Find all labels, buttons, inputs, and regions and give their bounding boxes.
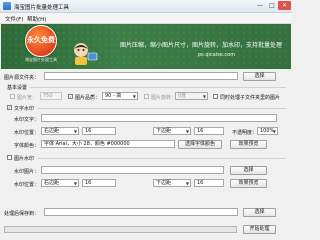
text-wm-vval-input[interactable]: 16 [194,127,224,135]
rotate-select[interactable]: 0度 ▼ [175,92,208,100]
choose-font-button[interactable]: 选择字体颜色 [178,140,222,149]
start-button[interactable]: 开始处理 [243,225,276,234]
chevron-down-icon: ▼ [272,129,276,134]
image-wm-vpos-select[interactable]: 下边距 ▼ [153,179,191,187]
menu-file[interactable]: 文件(F) [5,15,23,23]
chevron-down-icon: ▼ [185,181,189,186]
maximize-button[interactable]: □ [266,1,278,10]
image-watermark-checkbox[interactable] [7,155,12,160]
badge-subtitle: 海宝图片处理工具 [25,57,57,62]
quality-label: 图片品质： [75,95,101,101]
rotate-label: 图片旋转： [151,95,177,101]
chevron-down-icon: ▼ [202,94,206,99]
image-wm-hpos-value: 右边距 [44,180,60,186]
quality-checkbox[interactable]: ✓ [68,94,73,99]
image-wm-vpos-value: 下边距 [156,180,172,186]
image-wm-divider [38,158,286,159]
menu-bar: 文件(F) 帮助(H) [0,13,292,24]
window-title: 海宝图片批量处理工具 [14,5,70,11]
output-folder-input[interactable] [44,208,238,216]
image-wm-hpos-select[interactable]: 右边距 ▼ [41,179,79,187]
chevron-down-icon: ▼ [185,129,189,134]
image-wm-vval-input[interactable]: 16 [194,179,224,187]
output-browse-button[interactable]: 选择 [243,208,276,217]
font-color-display: 字体 Arial，大小 28，颜色 #000000 [41,140,175,148]
text-wm-hval-input[interactable]: 16 [82,127,116,135]
minimize-button[interactable]: — [254,1,266,10]
basic-settings-title: 基本设置 [7,85,28,91]
width-checkbox[interactable] [10,94,15,99]
chevron-down-icon: ▼ [73,181,77,186]
output-folder-label: 处理后保存到： [4,211,40,217]
font-color-label: 字体颜色： [14,143,40,149]
text-watermark-checkbox[interactable]: ✓ [7,105,12,110]
text-watermark-title: 文字水印 [14,106,35,112]
banner-description: 图片压缩，缩小图片尺寸，图片旋转，加水印，支持批量处理 [120,42,283,49]
text-wm-vpos-select[interactable]: 下边距 ▼ [153,127,191,135]
text-wm-preview-button[interactable]: 效果预览 [230,140,267,149]
image-wm-hval-input[interactable]: 16 [82,179,116,187]
promo-banner: 永久免费 海宝图片处理工具 图片压缩，缩小图片尺寸，图片旋转，加水印，支持批量处… [1,24,291,69]
text-wm-position-label: 水印位置： [14,130,40,136]
sync-subfolder-checkbox[interactable] [213,94,218,99]
watermark-image-label: 水印图片： [14,169,40,175]
chevron-down-icon: ▼ [132,94,136,99]
image-wm-preview-button[interactable]: 效果预览 [230,179,267,188]
basic-divider [30,87,286,88]
text-wm-vpos-value: 下边距 [156,128,172,134]
app-icon [3,2,11,10]
menu-help[interactable]: 帮助(H) [27,15,46,23]
text-wm-hpos-value: 右边距 [44,128,60,134]
watermark-image-input[interactable] [41,166,224,174]
badge-text: 永久免费 [27,36,55,44]
width-input[interactable]: 750 [40,92,62,100]
source-browse-button[interactable]: 选择 [243,72,276,81]
text-wm-hpos-select[interactable]: 右边距 ▼ [41,127,79,135]
banner-site: ps.qicaise.com [198,52,236,58]
image-wm-position-label: 水印位置： [14,182,40,188]
width-label: 图片宽： [17,95,38,101]
chevron-down-icon: ▼ [73,129,77,134]
app-window: 海宝图片批量处理工具 — □ ✕ 文件(F) 帮助(H) 永久免费 海宝图片处理… [0,0,292,240]
text-wm-divider [38,108,286,109]
kid-illustration-icon [74,43,98,65]
quality-select[interactable]: 90 - 高 ▼ [102,92,138,100]
watermark-text-input[interactable] [41,114,277,122]
watermark-image-browse-button[interactable]: 选择 [230,166,267,175]
image-watermark-title: 图片水印 [14,156,35,162]
rotate-checkbox[interactable] [144,94,149,99]
quality-select-value: 90 - 高 [105,93,122,99]
close-button[interactable]: ✕ [278,1,291,10]
title-bar[interactable]: 海宝图片批量处理工具 — □ ✕ [0,0,292,13]
progress-bar [4,226,237,233]
source-folder-label: 图片源文件夹： [4,75,40,81]
opacity-select[interactable]: 100% ▼ [257,127,278,135]
watermark-text-label: 水印文字： [14,117,40,123]
source-folder-input[interactable] [44,72,238,80]
sync-subfolder-label: 同时处理子文件夹里的图片 [220,95,281,101]
opacity-label: 不透明度： [232,130,258,136]
rotate-select-value: 0度 [178,93,187,99]
